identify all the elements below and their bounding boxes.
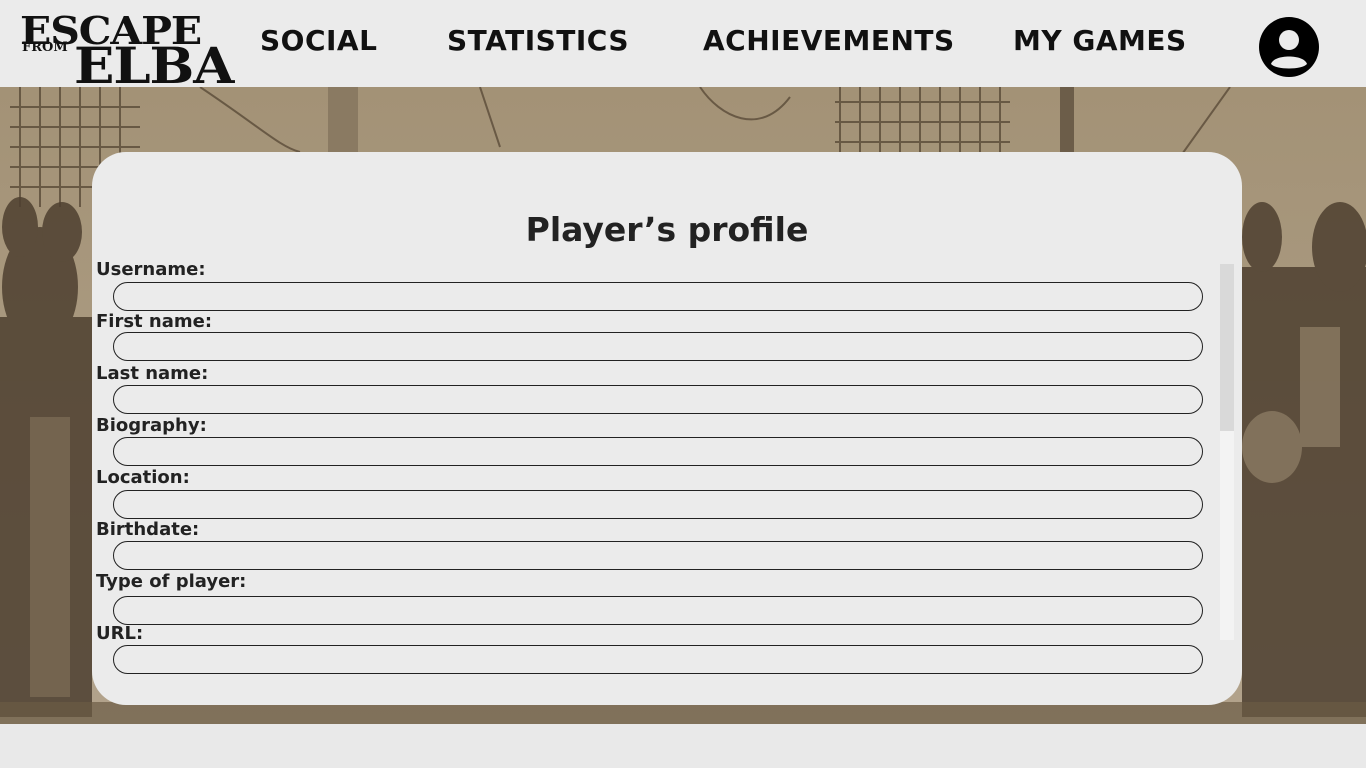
- form-scrollbar-thumb[interactable]: [1220, 264, 1234, 431]
- location-field[interactable]: [113, 490, 1203, 519]
- player-profile-card: Player’s profile Username: First name: L…: [92, 152, 1242, 705]
- nav-social[interactable]: SOCIAL: [260, 24, 377, 64]
- username-label: Username:: [96, 259, 206, 280]
- birthdate-field[interactable]: [113, 541, 1203, 570]
- last-name-field[interactable]: [113, 385, 1203, 414]
- nav-statistics[interactable]: STATISTICS: [447, 24, 629, 64]
- type-of-player-field[interactable]: [113, 596, 1203, 625]
- page-title: Player’s profile: [525, 210, 809, 249]
- url-label: URL:: [96, 623, 144, 644]
- nav-my-games[interactable]: MY GAMES: [1013, 24, 1187, 64]
- location-label: Location:: [96, 467, 190, 488]
- escape-from-elba-logo[interactable]: ESCAPE FROM ELBA: [20, 8, 250, 95]
- user-account-icon[interactable]: [1258, 16, 1320, 78]
- biography-label: Biography:: [96, 415, 207, 436]
- top-nav-bar: ESCAPE FROM ELBA SOCIAL STATISTICS ACHIE…: [0, 0, 1366, 95]
- biography-field[interactable]: [113, 437, 1203, 466]
- first-name-field[interactable]: [113, 332, 1203, 361]
- nav-achievements[interactable]: ACHIEVEMENTS: [703, 24, 955, 64]
- type-of-player-label: Type of player:: [96, 571, 247, 592]
- first-name-label: First name:: [96, 311, 213, 332]
- last-name-label: Last name:: [96, 363, 209, 384]
- birthdate-label: Birthdate:: [96, 519, 200, 540]
- url-field[interactable]: [113, 645, 1203, 674]
- username-field[interactable]: [113, 282, 1203, 311]
- logo-from-text: FROM: [22, 40, 68, 55]
